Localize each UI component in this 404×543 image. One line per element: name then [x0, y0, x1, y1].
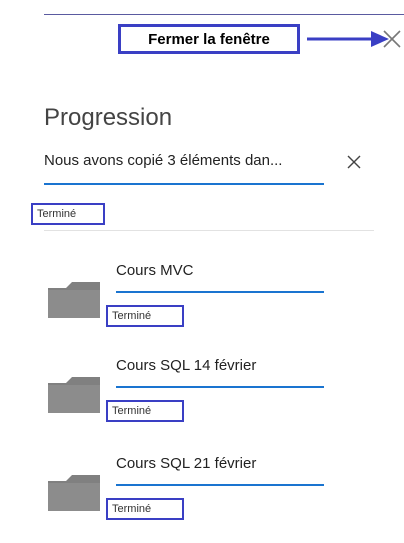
- dismiss-icon[interactable]: [346, 154, 362, 170]
- status-progress-bar: [44, 183, 324, 185]
- close-icon[interactable]: [379, 26, 404, 52]
- list-item[interactable]: Cours SQL 14 février Terminé: [0, 345, 404, 433]
- folder-icon: [48, 475, 100, 511]
- list-item[interactable]: Cours MVC Terminé: [0, 250, 404, 338]
- item-status-label: Terminé: [112, 503, 152, 515]
- item-status-badge: Terminé: [106, 498, 184, 520]
- status-badge-label: Terminé: [37, 208, 77, 220]
- item-status-badge: Terminé: [106, 305, 184, 327]
- item-status-label: Terminé: [112, 405, 152, 417]
- item-progress-bar: [116, 386, 324, 388]
- item-status-label: Terminé: [112, 310, 152, 322]
- item-name: Cours MVC: [116, 262, 194, 279]
- close-window-annotation-label: Fermer la fenêtre: [148, 30, 270, 48]
- item-progress-bar: [116, 291, 324, 293]
- top-border: [44, 14, 404, 15]
- status-badge: Terminé: [31, 203, 105, 225]
- item-status-badge: Terminé: [106, 400, 184, 422]
- panel-title: Progression: [44, 104, 173, 131]
- divider: [44, 230, 374, 231]
- item-progress-bar: [116, 484, 324, 486]
- close-window-annotation: Fermer la fenêtre: [118, 24, 300, 54]
- item-name: Cours SQL 14 février: [116, 357, 257, 374]
- item-name: Cours SQL 21 février: [116, 455, 257, 472]
- list-item[interactable]: Cours SQL 21 février Terminé: [0, 443, 404, 531]
- folder-icon: [48, 377, 100, 413]
- status-message: Nous avons copié 3 éléments dan...: [44, 152, 283, 169]
- folder-icon: [48, 282, 100, 318]
